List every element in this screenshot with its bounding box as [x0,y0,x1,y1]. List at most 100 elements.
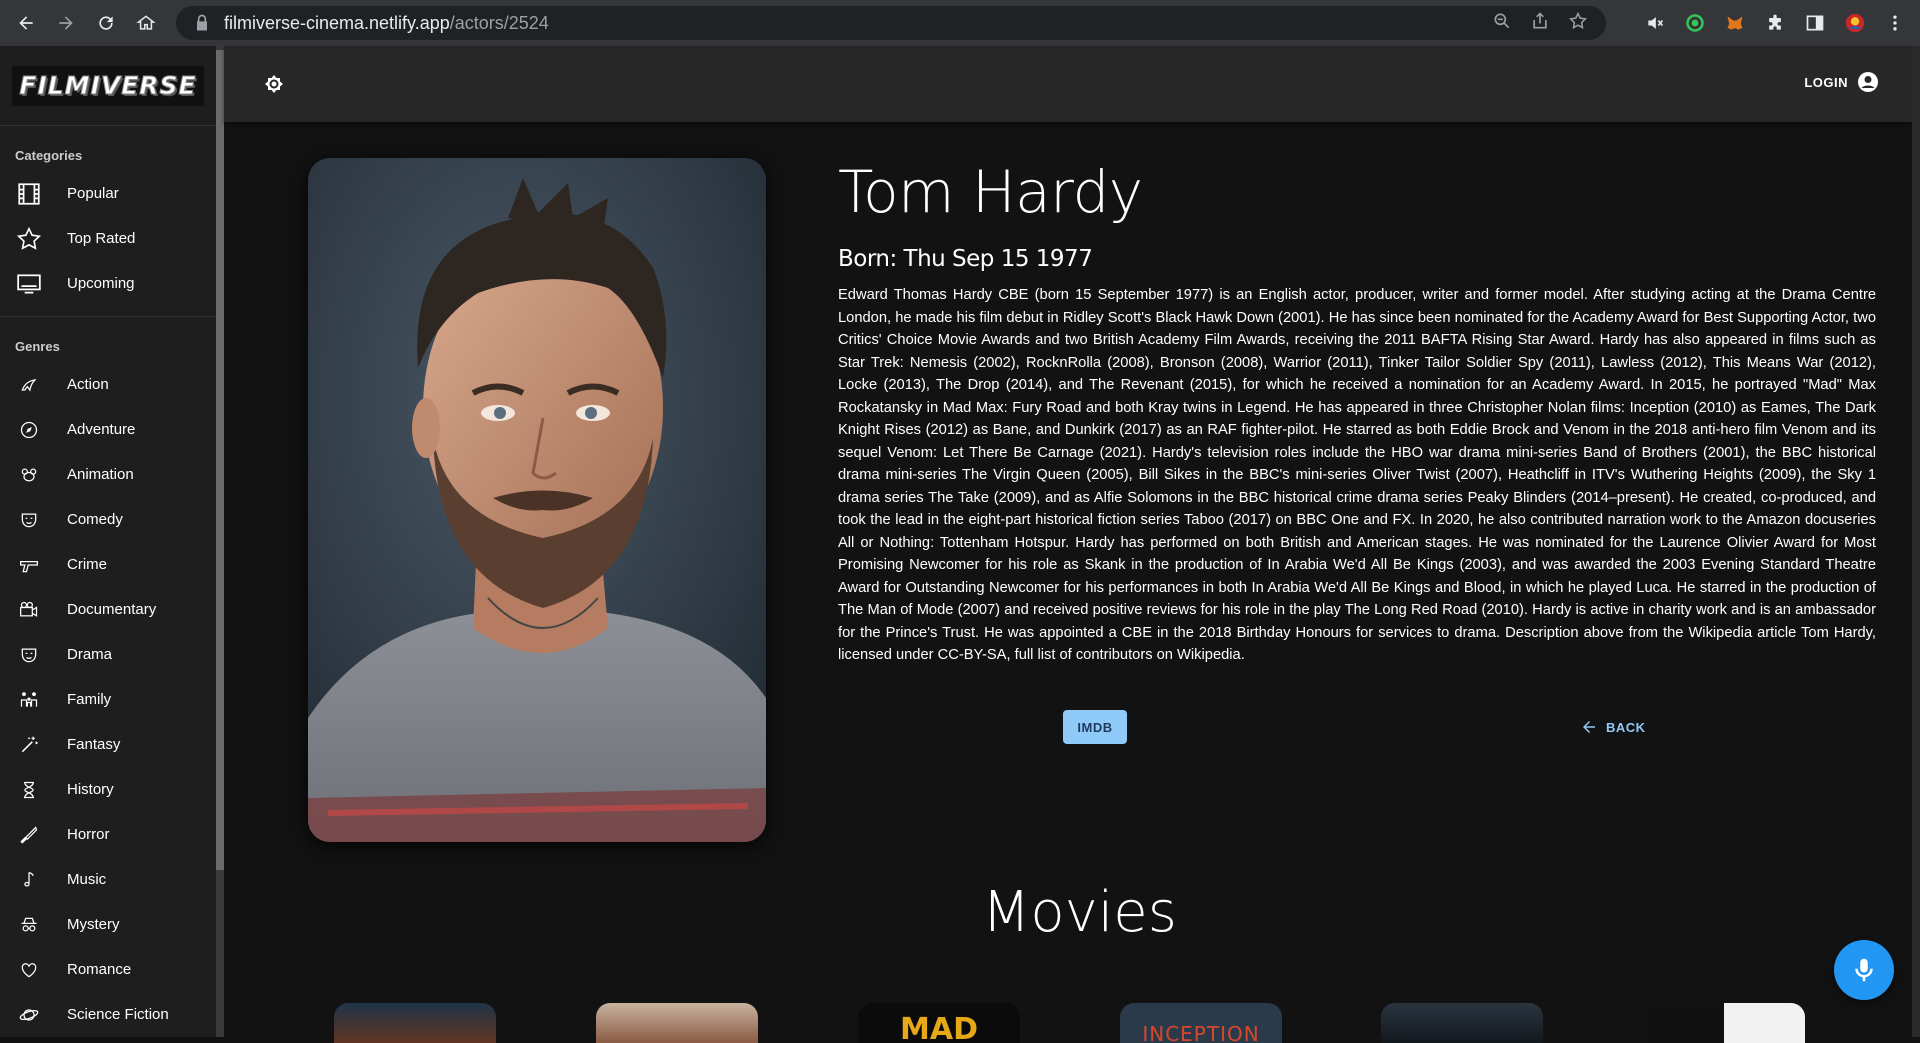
movies-heading: Movies [982,880,1177,945]
tv-icon [15,270,43,298]
login-label: LOGIN [1804,74,1848,90]
imdb-button[interactable]: IMDB [1063,710,1127,744]
sidebar-item-label: Romance [67,961,132,978]
sidebar-item-comedy[interactable]: Comedy [0,497,216,542]
back-button[interactable]: BACK [1580,710,1646,744]
mute-icon[interactable] [1644,12,1666,34]
account-circle-icon [1858,72,1878,92]
sidebar-item-label: Music [67,871,107,888]
sidebar-item-label: History [67,781,114,798]
mask-icon [15,506,43,534]
sidebar-item-science-fiction[interactable]: Science Fiction [0,992,216,1037]
sidebar-item-label: Family [67,691,112,708]
actor-birthdate: Born: Thu Sep 15 1977 [838,246,1093,272]
sidebar-item-label: Action [67,376,109,393]
zoom-icon[interactable] [1492,11,1512,36]
url-host: filmiverse-cinema.netlify.app [224,12,450,33]
bookmark-star-icon[interactable] [1568,11,1588,36]
sidebar-item-family[interactable]: Family [0,677,216,722]
movie-card[interactable]: MAD [858,1003,1020,1043]
sidebar-item-history[interactable]: History [0,767,216,812]
sidebar-item-documentary[interactable]: Documentary [0,587,216,632]
page-scrollbar[interactable] [1912,46,1920,1037]
sidebar-item-label: Documentary [67,601,157,618]
microphone-icon [1855,958,1873,982]
wand-icon [15,731,43,759]
browser-toolbar: filmiverse-cinema.netlify.app/actors/252… [0,0,1920,46]
movie-card[interactable] [334,1003,496,1043]
app-logo[interactable]: FILMIVERSE [12,65,204,106]
spy-icon [15,911,43,939]
sidebar-item-upcoming[interactable]: Upcoming [0,261,216,306]
back-arrow-icon[interactable] [6,0,46,46]
sidebar-item-horror[interactable]: Horror [0,812,216,857]
sidebar-item-crime[interactable]: Crime [0,542,216,587]
logo-text: FILMIVERSE [19,71,197,101]
planet-icon [15,1001,43,1029]
movie-card-title: INCEPTION [1142,1022,1260,1043]
sidebar-item-popular[interactable]: Popular [0,171,216,216]
forward-arrow-icon[interactable] [46,0,86,46]
categories-heading: Categories [15,148,83,163]
movie-card[interactable] [596,1003,758,1043]
sidebar-scrollbar-thumb[interactable] [216,50,224,870]
sidebar-item-label: Science Fiction [67,1006,169,1023]
profile-avatar-icon[interactable] [1844,12,1866,34]
camera-icon [15,596,43,624]
sidebar-item-romance[interactable]: Romance [0,947,216,992]
sidebar-item-label: Comedy [67,511,123,528]
side-panel-icon[interactable] [1804,12,1826,34]
extension-green-icon[interactable] [1684,12,1706,34]
sidebar-item-label: Adventure [67,421,136,438]
animation-icon [15,461,43,489]
movie-card-title: MAD [900,1012,978,1043]
movie-card[interactable]: INCEPTION [1120,1003,1282,1043]
hourglass-icon [15,776,43,804]
brightness-icon [265,75,283,93]
theme-toggle-button[interactable] [260,70,288,98]
film-icon [15,180,43,208]
kebab-menu-icon[interactable] [1884,12,1906,34]
actor-name: Tom Hardy [838,158,1143,226]
sidebar-item-label: Top Rated [67,230,136,247]
url-path: /actors/2524 [449,12,549,33]
metamask-fox-icon[interactable] [1724,12,1746,34]
sidebar-item-label: Drama [67,646,113,663]
voice-search-button[interactable] [1834,940,1894,1000]
sidebar-item-action[interactable]: Action [0,362,216,407]
extensions-puzzle-icon[interactable] [1764,12,1786,34]
sidebar: FILMIVERSE Categories Popular Top Rated Up… [0,46,216,1037]
lock-icon [197,14,207,31]
sidebar-item-mystery[interactable]: Mystery [0,902,216,947]
sidebar-item-top-rated[interactable]: Top Rated [0,216,216,261]
categories-list: Popular Top Rated Upcoming [0,171,216,306]
sidebar-item-label: Fantasy [67,736,121,753]
sidebar-item-label: Horror [67,826,110,843]
music-note-icon [15,866,43,894]
login-button[interactable]: LOGIN [1804,70,1880,94]
sidebar-item-fantasy[interactable]: Fantasy [0,722,216,767]
sidebar-item-drama[interactable]: Drama [0,632,216,677]
home-icon[interactable] [126,0,166,46]
compass-icon [15,416,43,444]
back-label: BACK [1606,719,1646,735]
sidebar-item-label: Upcoming [67,275,135,292]
sidebar-item-adventure[interactable]: Adventure [0,407,216,452]
sidebar-item-label: Mystery [67,916,120,933]
action-icon [15,371,43,399]
sidebar-item-animation[interactable]: Animation [0,452,216,497]
actor-portrait [308,158,766,842]
movie-card[interactable] [1381,1003,1543,1043]
knife-icon [15,821,43,849]
star-icon [15,225,43,253]
logo-area: FILMIVERSE [0,46,216,126]
share-icon[interactable] [1530,11,1550,36]
app-top-bar: LOGIN [224,46,1912,122]
actor-biography: Edward Thomas Hardy CBE (born 15 Septemb… [838,287,1876,663]
address-bar[interactable]: filmiverse-cinema.netlify.app/actors/252… [176,6,1606,40]
reload-icon[interactable] [86,0,126,46]
sidebar-item-music[interactable]: Music [0,857,216,902]
genres-heading: Genres [15,339,60,354]
mask-icon [15,641,43,669]
movie-card[interactable] [1643,1003,1805,1043]
